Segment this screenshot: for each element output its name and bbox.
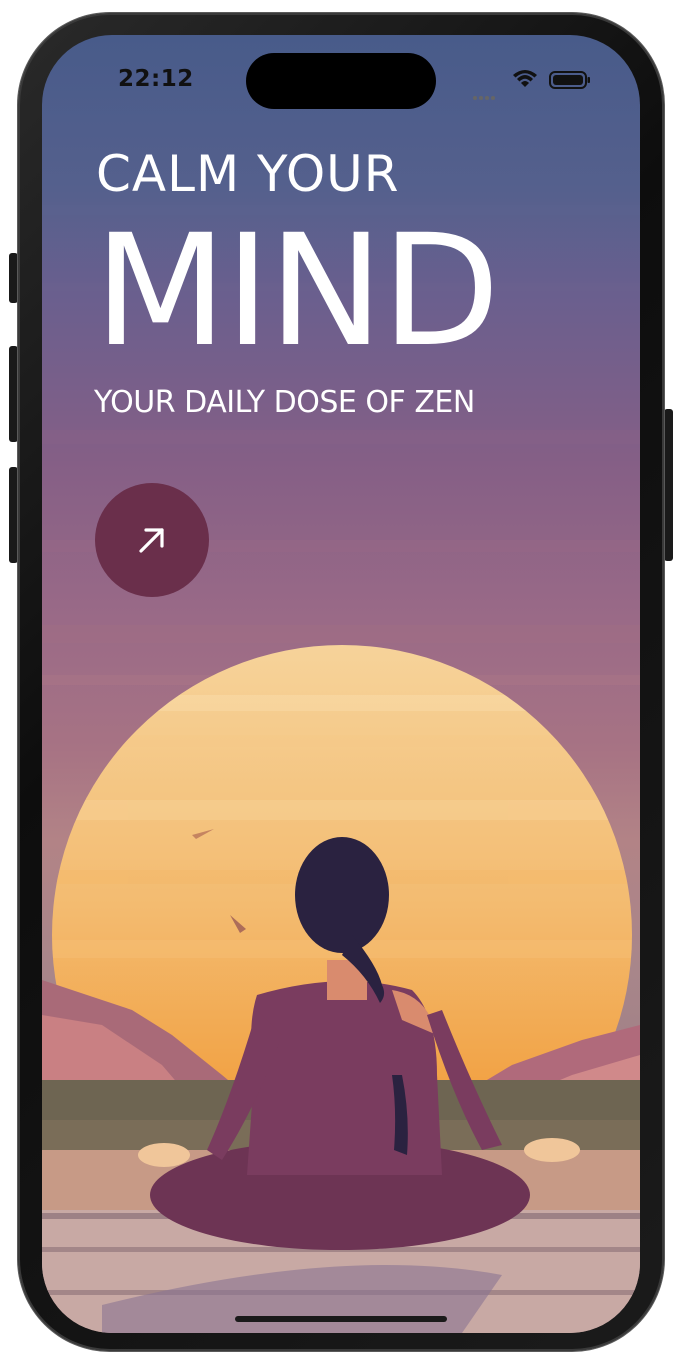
arrow-up-right-icon (139, 528, 164, 553)
action-button[interactable] (9, 253, 18, 303)
headline-main: MIND (94, 202, 500, 381)
home-indicator[interactable] (235, 1316, 447, 1322)
volume-up-button[interactable] (9, 346, 18, 442)
power-button[interactable] (664, 409, 673, 561)
wifi-icon (513, 70, 537, 87)
battery-icon (549, 71, 590, 89)
headline-line1: CALM YOUR (96, 145, 400, 203)
start-button[interactable] (95, 483, 209, 597)
volume-down-button[interactable] (9, 467, 18, 563)
app-screen: 22:12 CALM YOUR MIND YOUR DAILY DOSE OF … (42, 35, 640, 1333)
signal-icon (473, 85, 497, 104)
dynamic-island (246, 53, 436, 109)
tagline: YOUR DAILY DOSE OF ZEN (94, 385, 475, 420)
status-time: 22:12 (118, 66, 194, 92)
